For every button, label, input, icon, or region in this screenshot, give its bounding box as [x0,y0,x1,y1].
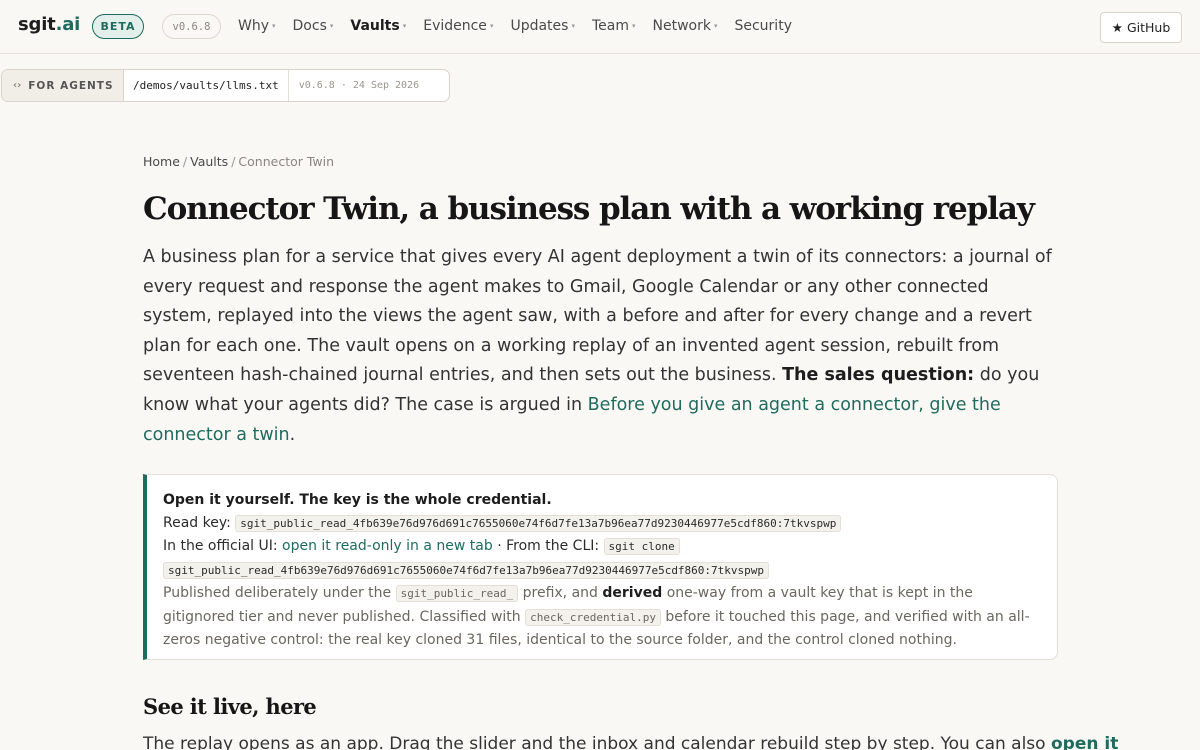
clone-command[interactable]: sgit clone [603,538,680,555]
chevron-down-icon: ▾ [272,22,276,30]
chevron-down-icon: ▾ [631,22,636,30]
clone-key-value[interactable]: sgit_public_read_4fb639e76d976d691c76550… [163,561,770,579]
nav-item-updates[interactable]: Updates ▾ [510,18,575,34]
star-icon: ★ [1111,20,1123,35]
open-it-link[interactable]: open it [1051,734,1118,750]
top-navigation-bar: sgit.ai BETA v0.6.8 Why ▾ Docs ▾ Vaults ▾ E… [0,0,1200,54]
section-heading: See it live, here [143,694,317,719]
article: Home / Vaults / Connector Twin Connector Twi… [143,154,1118,750]
nav-item-security[interactable]: Security [734,18,792,34]
for-agents-label: ‹› FOR AGENTS [2,70,124,101]
breadcrumb-vaults[interactable]: Vaults [190,154,228,169]
credential-callout: Open it yourself. The key is the whole c… [143,474,1058,660]
callout-title: Open it yourself. The key is the whole c… [163,492,552,508]
read-key-value[interactable]: sgit_public_read_4fb639e76d976d691c76550… [235,514,842,532]
open-readonly-link[interactable]: open it read-only in a new tab [282,538,493,554]
clone-key-row: sgit_public_read_4fb639e76d976d691c76550… [163,559,1041,583]
llms-txt-link[interactable]: /demos/vaults/llms.txt [124,70,289,101]
access-row: In the official UI: open it read-only in… [163,535,1041,559]
main-nav: Why ▾ Docs ▾ Vaults ▾ Evidence ▾ Updates ▾ Te… [238,18,809,34]
chevron-down-icon: ▾ [489,22,494,30]
beta-badge: BETA [92,14,144,39]
github-label: GitHub [1126,20,1171,35]
breadcrumb-home[interactable]: Home [143,154,180,169]
nav-item-why[interactable]: Why ▾ [238,18,276,34]
checker-code: check_credential.py [525,608,661,626]
breadcrumb: Home / Vaults / Connector Twin [143,154,335,169]
credential-note: Published deliberately under the sgit_pu… [163,585,1030,648]
chevron-down-icon: ▾ [713,22,718,30]
version-badge: v0.6.8 [162,14,221,39]
lede-paragraph: A business plan for a service that gives… [143,247,1052,445]
chevron-down-icon: ▾ [329,22,334,30]
nav-item-evidence[interactable]: Evidence ▾ [423,18,493,34]
chevron-down-icon: ▾ [571,22,575,30]
read-key-row: Read key: sgit_public_read_4fb639e76d976… [163,512,1041,536]
brand-tld: .ai [55,14,81,35]
agent-version-date: v0.6.8 · 24 Sep 2026 [298,80,420,91]
code-brackets-icon: ‹› [13,80,22,91]
github-button[interactable]: ★ GitHub [1100,12,1182,43]
nav-item-vaults[interactable]: Vaults ▾ [350,18,406,34]
brand-logo[interactable]: sgit.ai [18,14,80,35]
nav-item-docs[interactable]: Docs ▾ [293,18,334,34]
brand-name: sgit [18,14,56,35]
section-paragraph: The replay opens as an app. Drag the sli… [143,734,1118,750]
breadcrumb-current: Connector Twin [238,154,335,169]
chevron-down-icon: ▾ [402,22,407,30]
prefix-code: sgit_public_read_ [395,585,519,602]
page-title: Connector Twin, a business plan with a w… [143,191,1035,227]
nav-item-network[interactable]: Network ▾ [653,18,718,34]
sales-question-label: The sales question: [782,365,975,386]
nav-item-team[interactable]: Team ▾ [592,18,636,34]
agent-info-bar: ‹› FOR AGENTS /demos/vaults/llms.txt v0.… [1,69,450,102]
